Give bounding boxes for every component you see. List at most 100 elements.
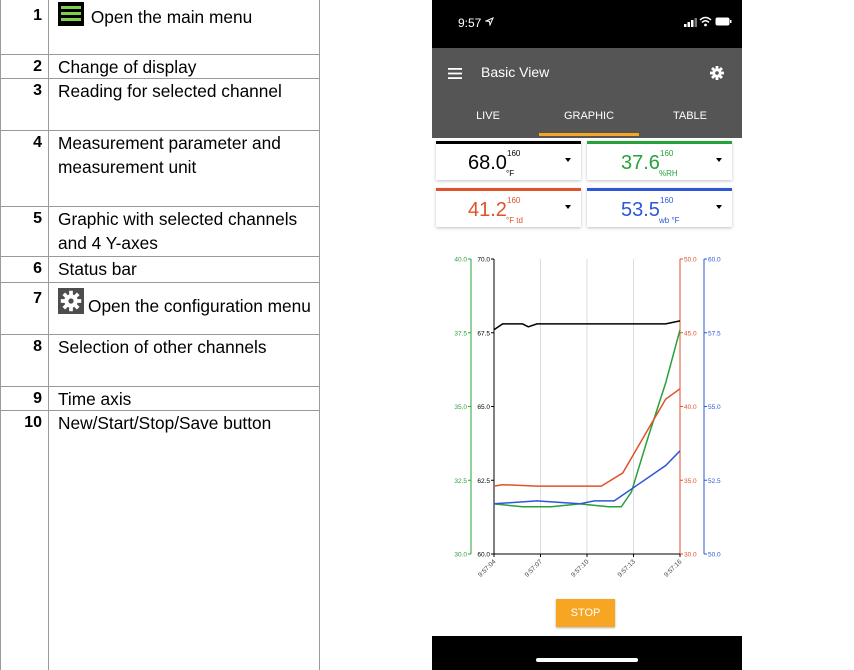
channel-count: 160 bbox=[660, 196, 674, 205]
menu-icon bbox=[58, 2, 84, 26]
legend-table: 1 Open the main menu 2 Change of display 3 R… bbox=[0, 0, 320, 670]
channel-value: 41.2 bbox=[468, 199, 507, 221]
legend-row: 2 Change of display bbox=[0, 55, 320, 79]
chevron-down-icon[interactable] bbox=[716, 158, 722, 162]
y-tick-label: 35.0 bbox=[454, 404, 467, 411]
legend-label: New/Start/Stop/Save button bbox=[58, 413, 272, 433]
tab-table[interactable]: TABLE bbox=[640, 110, 740, 122]
y-tick-label: 30.0 bbox=[454, 552, 467, 559]
home-indicator bbox=[536, 658, 638, 662]
legend-label: Reading for selected channel bbox=[58, 81, 282, 101]
legend-number: 4 bbox=[33, 134, 42, 151]
chevron-down-icon[interactable] bbox=[716, 205, 722, 209]
y-tick-label: 40.0 bbox=[684, 404, 697, 411]
status-bar: 9:57 bbox=[432, 0, 742, 48]
stop-button[interactable]: STOP bbox=[556, 599, 615, 627]
page-title: Basic View bbox=[481, 64, 550, 80]
legend-row: 1 Open the main menu bbox=[0, 0, 320, 55]
app-bar: Basic View bbox=[432, 48, 742, 96]
legend-label: Selection of other channels bbox=[58, 337, 267, 357]
channel-card[interactable]: 68.0 160 °F bbox=[436, 141, 581, 180]
legend-number: 9 bbox=[33, 390, 42, 407]
legend-label: Change of display bbox=[58, 57, 197, 77]
legend-number: 6 bbox=[33, 260, 42, 277]
phone-screenshot: 9:57 Basic View LIVE GRAPHIC TABLE 68.0 … bbox=[432, 0, 742, 670]
y-tick-label: 40.0 bbox=[454, 257, 467, 264]
y-tick-label: 62.5 bbox=[477, 478, 490, 485]
legend-text: Measurement parameter and measurement un… bbox=[58, 131, 313, 179]
legend-label: Measurement parameter and measurement un… bbox=[58, 133, 281, 177]
channel-count: 160 bbox=[507, 196, 521, 205]
legend-row: 3 Reading for selected channel bbox=[0, 79, 320, 131]
channel-card[interactable]: 37.6 160 %RH bbox=[587, 141, 732, 180]
legend-text: New/Start/Stop/Save button bbox=[58, 411, 313, 435]
channel-card[interactable]: 53.5 160 wb °F bbox=[587, 188, 732, 227]
x-tick-label: 9:57:04 bbox=[477, 558, 498, 579]
legend-text: Change of display bbox=[58, 55, 313, 79]
y-tick-label: 50.0 bbox=[708, 552, 721, 559]
legend-label: Time axis bbox=[58, 389, 132, 409]
y-tick-label: 52.5 bbox=[708, 478, 721, 485]
gear-icon bbox=[58, 288, 84, 314]
y-tick-label: 60.0 bbox=[477, 552, 490, 559]
legend-row: 8 Selection of other channels bbox=[0, 335, 320, 387]
channel-value: 68.0 bbox=[468, 152, 507, 174]
x-tick-label: 9:57:10 bbox=[570, 558, 591, 579]
channel-unit: %RH bbox=[659, 169, 678, 178]
channel-unit: wb °F bbox=[659, 216, 680, 225]
y-tick-label: 65.0 bbox=[477, 404, 490, 411]
y-tick-label: 45.0 bbox=[684, 330, 697, 337]
legend-label: Graphic with selected channels and 4 Y-a… bbox=[58, 209, 298, 253]
channel-value: 37.6 bbox=[621, 152, 660, 174]
legend-row: 4 Measurement parameter and measurement u… bbox=[0, 131, 320, 207]
view-tabs: LIVE GRAPHIC TABLE bbox=[432, 96, 742, 138]
channel-card[interactable]: 41.2 160 °F td bbox=[436, 188, 581, 227]
legend-number: 3 bbox=[33, 82, 42, 99]
status-time: 9:57 bbox=[458, 16, 482, 30]
signal-icon bbox=[684, 18, 697, 27]
gear-icon[interactable] bbox=[710, 66, 724, 80]
y-tick-label: 32.5 bbox=[454, 478, 467, 485]
legend-text: Status bar bbox=[58, 257, 313, 281]
y-tick-label: 57.5 bbox=[708, 330, 721, 337]
wifi-icon bbox=[699, 16, 712, 27]
legend-number: 1 bbox=[33, 7, 42, 24]
channel-count: 160 bbox=[507, 149, 521, 158]
legend-text: Open the configuration menu bbox=[58, 288, 313, 318]
legend-row: 7 Open the configuration menu bbox=[0, 283, 320, 335]
legend-row: 9 Time axis bbox=[0, 387, 320, 411]
channel-count: 160 bbox=[660, 149, 674, 158]
channel-value: 53.5 bbox=[621, 199, 660, 221]
x-tick-label: 9:57:13 bbox=[617, 558, 638, 579]
menu-icon[interactable] bbox=[448, 68, 462, 79]
legend-number: 8 bbox=[33, 338, 42, 355]
y-tick-label: 67.5 bbox=[477, 330, 490, 337]
legend-number: 10 bbox=[24, 414, 42, 431]
measurement-chart: 40.0 37.5 35.0 32.5 30.0 70.0 67.5 65.0 62.5 60.0… bbox=[454, 257, 721, 579]
legend-row: 6 Status bar bbox=[0, 257, 320, 283]
channel-unit: °F td bbox=[506, 216, 523, 225]
x-tick-label: 9:57:07 bbox=[524, 558, 545, 579]
legend-label: Open the main menu bbox=[90, 7, 253, 27]
legend-text: Reading for selected channel bbox=[58, 79, 313, 103]
active-tab-indicator bbox=[539, 133, 639, 136]
battery-icon bbox=[715, 17, 732, 26]
y-tick-label: 55.0 bbox=[708, 404, 721, 411]
location-arrow-icon bbox=[485, 17, 494, 26]
legend-number: 7 bbox=[33, 290, 42, 307]
legend-text: Graphic with selected channels and 4 Y-a… bbox=[58, 207, 313, 255]
tab-graphic[interactable]: GRAPHIC bbox=[539, 110, 639, 122]
y-tick-label: 70.0 bbox=[477, 257, 490, 264]
y-tick-label: 37.5 bbox=[454, 330, 467, 337]
chevron-down-icon[interactable] bbox=[565, 158, 571, 162]
legend-row: 10 New/Start/Stop/Save button bbox=[0, 411, 320, 460]
tab-live[interactable]: LIVE bbox=[438, 110, 538, 122]
legend-text: Time axis bbox=[58, 387, 313, 411]
main-content: 68.0 160 °F 37.6 160 %RH 41.2 160 °F td 53.5 160 wb… bbox=[432, 138, 742, 636]
legend-text: Selection of other channels bbox=[58, 335, 313, 359]
legend-number: 5 bbox=[33, 210, 42, 227]
legend-label: Open the configuration menu bbox=[88, 296, 311, 316]
y-tick-label: 60.0 bbox=[708, 257, 721, 264]
chevron-down-icon[interactable] bbox=[565, 205, 571, 209]
y-tick-label: 35.0 bbox=[684, 478, 697, 485]
